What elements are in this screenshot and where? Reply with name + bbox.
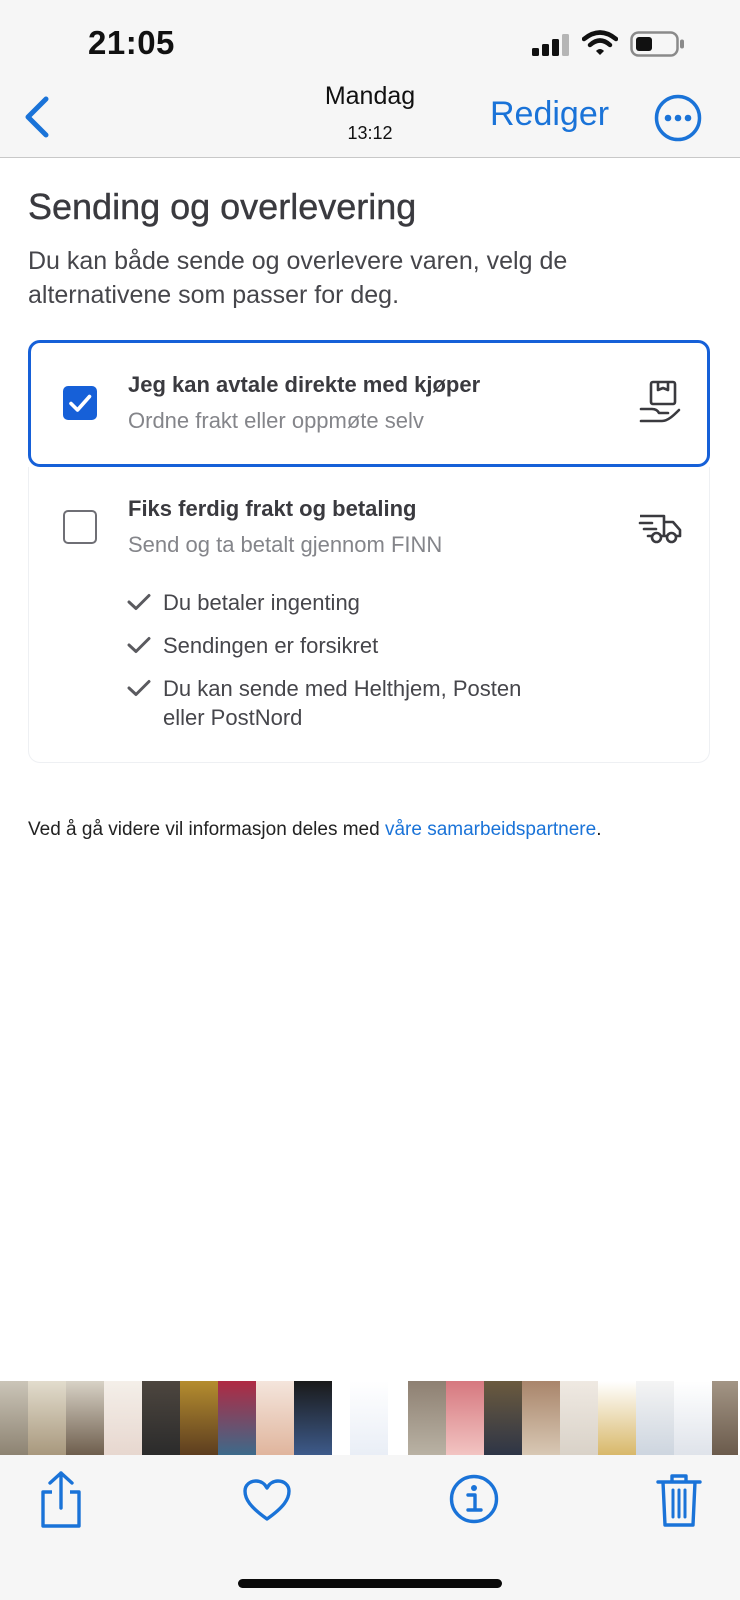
privacy-notice-end: . (596, 819, 602, 840)
photo-thumbnail[interactable] (522, 1381, 560, 1455)
photo-thumbnail[interactable] (28, 1381, 66, 1455)
benefit-item: Sendingen er forsikret (163, 633, 379, 658)
option-direct-title: Jeg kan avtale direkte med kjøper (128, 372, 481, 397)
photo-thumbnail-strip[interactable] (0, 1381, 740, 1455)
photo-thumbnail[interactable] (560, 1381, 598, 1455)
photo-thumbnail[interactable] (350, 1381, 388, 1455)
benefit-item: Du betaler ingenting (163, 590, 360, 615)
photo-thumbnail[interactable] (142, 1381, 180, 1455)
trash-icon[interactable] (656, 1472, 702, 1528)
status-time: 21:05 (88, 24, 175, 61)
nav-title: Mandag (324, 82, 416, 110)
photo-thumbnail[interactable] (180, 1381, 218, 1455)
photo-thumbnail[interactable] (0, 1381, 28, 1455)
photo-thumbnail[interactable] (712, 1381, 738, 1455)
photo-thumbnail[interactable] (674, 1381, 712, 1455)
edit-button[interactable]: Rediger (490, 95, 609, 134)
check-icon (127, 594, 151, 610)
check-icon (127, 637, 151, 653)
photo-thumbnail[interactable] (218, 1381, 256, 1455)
battery-icon (630, 31, 684, 57)
partners-link[interactable]: våre samarbeidspartnere (385, 819, 596, 840)
share-icon[interactable] (38, 1470, 84, 1530)
cellular-signal-icon (532, 34, 569, 56)
check-icon (127, 680, 151, 696)
option-direct-checkbox[interactable] (63, 386, 97, 420)
option-finn-checkbox[interactable] (63, 510, 97, 544)
package-hand-icon (639, 380, 681, 423)
benefit-item: Du kan sende med Helthjem, Posten (163, 676, 522, 701)
benefit-item: eller PostNord (163, 705, 303, 730)
privacy-notice-text: Ved å gå videre vil informasjon deles me… (28, 819, 385, 840)
option-card-direct[interactable] (28, 340, 710, 467)
photo-thumbnail[interactable] (598, 1381, 636, 1455)
photo-thumbnail[interactable] (484, 1381, 522, 1455)
photo-thumbnail[interactable] (332, 1381, 350, 1455)
option-finn-title: Fiks ferdig frakt og betaling (128, 496, 417, 521)
checkmark-icon (69, 394, 92, 412)
delivery-truck-icon (638, 514, 682, 544)
heart-icon[interactable] (242, 1478, 292, 1522)
photo-thumbnail[interactable] (256, 1381, 294, 1455)
photo-thumbnail[interactable] (294, 1381, 332, 1455)
page-intro: Du kan både sende og overlevere varen, v… (28, 247, 568, 309)
privacy-notice: Ved å gå videre vil informasjon deles me… (28, 819, 601, 841)
photo-thumbnail[interactable] (408, 1381, 446, 1455)
option-direct-description: Ordne frakt eller oppmøte selv (128, 408, 424, 433)
info-icon[interactable] (449, 1474, 499, 1524)
option-finn-description: Send og ta betalt gjennom FINN (128, 532, 443, 557)
photo-thumbnail[interactable] (446, 1381, 484, 1455)
more-options-icon[interactable] (654, 94, 702, 142)
photo-thumbnail[interactable] (636, 1381, 674, 1455)
page-heading: Sending og overlevering (28, 186, 417, 227)
home-indicator[interactable] (238, 1579, 502, 1588)
wifi-icon (582, 30, 618, 55)
nav-subtitle: 13:12 (347, 123, 393, 143)
photo-thumbnail[interactable] (66, 1381, 104, 1455)
photo-thumbnail[interactable] (104, 1381, 142, 1455)
photo-thumbnail[interactable] (388, 1381, 408, 1455)
